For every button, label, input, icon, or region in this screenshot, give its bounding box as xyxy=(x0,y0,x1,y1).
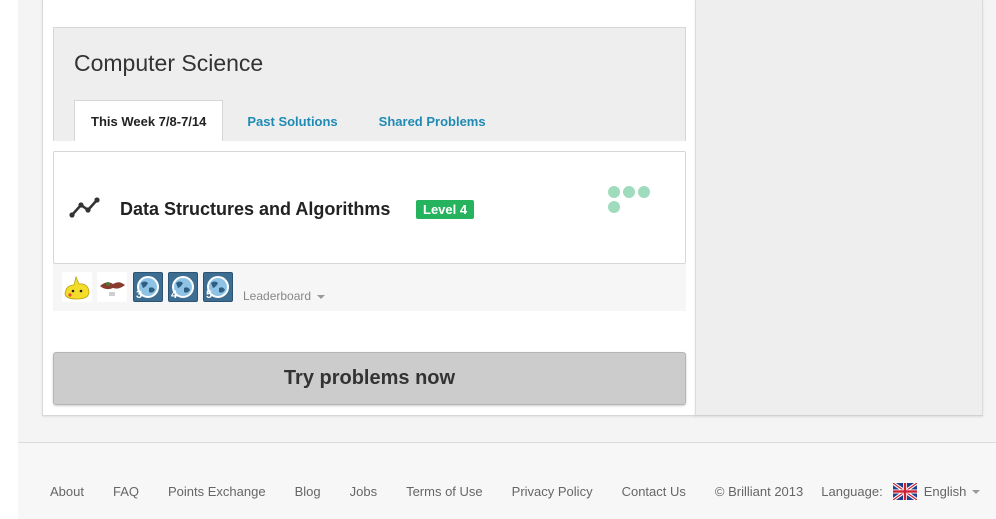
footer-link-privacy[interactable]: Privacy Policy xyxy=(512,484,593,499)
uk-flag-icon xyxy=(892,483,917,500)
avatar-rank: 4 xyxy=(171,289,178,301)
avatar[interactable]: 4 xyxy=(168,272,198,302)
line-graph-icon xyxy=(69,197,100,218)
caret-down-icon xyxy=(972,489,981,494)
tab-shared-problems[interactable]: Shared Problems xyxy=(362,101,503,141)
photo-avatar-icon xyxy=(97,272,127,302)
leaderboard-label: Leaderboard xyxy=(243,289,312,303)
progress-dots-icon xyxy=(606,184,656,216)
footer-links: About FAQ Points Exchange Blog Jobs Term… xyxy=(50,483,981,500)
topic-header: Computer Science This Week 7/8-7/14 Past… xyxy=(53,27,686,141)
leaderboard-dropdown[interactable]: Leaderboard xyxy=(243,289,326,303)
tab-this-week[interactable]: This Week 7/8-7/14 xyxy=(74,100,224,141)
avatar[interactable] xyxy=(97,272,127,302)
try-problems-button[interactable]: Try problems now xyxy=(53,352,686,405)
right-sidebar xyxy=(695,0,983,416)
language-select[interactable]: English xyxy=(892,483,981,500)
language-label: Language: xyxy=(821,484,883,499)
pikachu-avatar-icon xyxy=(62,272,92,302)
tab-past-solutions[interactable]: Past Solutions xyxy=(230,101,354,141)
footer-link-terms[interactable]: Terms of Use xyxy=(406,484,483,499)
left-gutter xyxy=(0,0,18,519)
footer-link-faq[interactable]: FAQ xyxy=(113,484,139,499)
leaderboard-strip: 3 4 5 Leaderboard xyxy=(53,264,686,311)
page: Computer Science This Week 7/8-7/14 Past… xyxy=(0,0,996,519)
footer-link-about[interactable]: About xyxy=(50,484,84,499)
language-value: English xyxy=(923,484,967,499)
problem-set-title[interactable]: Data Structures and Algorithms xyxy=(120,199,390,220)
avatar-rank: 3 xyxy=(136,289,143,301)
problem-set-card[interactable]: Data Structures and Algorithms Level 4 xyxy=(53,151,686,264)
footer-link-contact[interactable]: Contact Us xyxy=(622,484,686,499)
topic-title: Computer Science xyxy=(74,50,264,76)
avatar-rank: 5 xyxy=(206,289,213,301)
footer-link-jobs[interactable]: Jobs xyxy=(350,484,377,499)
caret-down-icon xyxy=(317,294,326,299)
footer-link-points-exchange[interactable]: Points Exchange xyxy=(168,484,266,499)
copyright: © Brilliant 2013 xyxy=(714,484,804,499)
footer: About FAQ Points Exchange Blog Jobs Term… xyxy=(18,443,996,519)
topic-tabs: This Week 7/8-7/14 Past Solutions Shared… xyxy=(74,100,510,141)
avatar[interactable] xyxy=(62,272,92,302)
avatar[interactable]: 3 xyxy=(133,272,163,302)
footer-link-blog[interactable]: Blog xyxy=(295,484,321,499)
avatar[interactable]: 5 xyxy=(203,272,233,302)
level-badge: Level 4 xyxy=(416,200,475,219)
